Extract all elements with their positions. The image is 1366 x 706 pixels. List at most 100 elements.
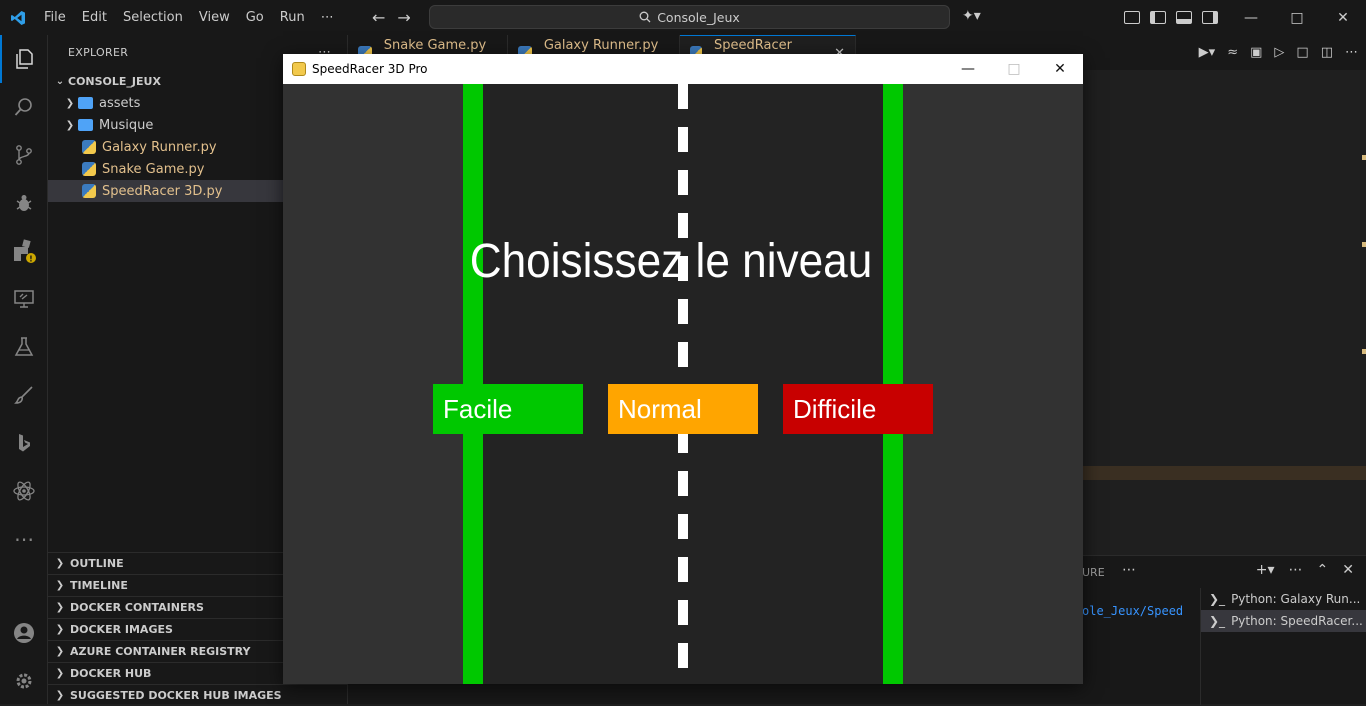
minimize-icon[interactable]: — <box>1228 0 1274 35</box>
section-label: DOCKER CONTAINERS <box>70 601 204 614</box>
split-editor-icon[interactable]: ◫ <box>1321 45 1333 60</box>
tree-item-label: assets <box>99 95 141 111</box>
terminal-path-text: ole_Jeux/Speed <box>1082 604 1184 618</box>
chevron-right-icon: ❯ <box>55 580 65 591</box>
run-debug-icon[interactable] <box>0 179 48 227</box>
copilot-icon[interactable]: ✦▾ <box>962 8 981 24</box>
php-debug-icon[interactable]: □ <box>1296 45 1308 60</box>
lane-dash <box>678 299 688 324</box>
chevron-right-icon: ❯ <box>55 646 65 657</box>
bing-icon[interactable] <box>0 419 48 467</box>
tree-item-label: Snake Game.py <box>102 161 205 177</box>
terminal-list: ❯_ Python: Galaxy Run... ❯_ Python: Spee… <box>1200 588 1366 705</box>
lane-dash <box>678 600 688 625</box>
section-label: SUGGESTED DOCKER HUB IMAGES <box>70 689 282 702</box>
menu-selection[interactable]: Selection <box>115 0 191 35</box>
manage-gear-icon[interactable] <box>0 657 48 705</box>
remote-explorer-icon[interactable] <box>0 275 48 323</box>
explorer-icon[interactable] <box>0 35 48 83</box>
lane-dash <box>678 342 688 367</box>
new-terminal-icon[interactable]: +▾ <box>1256 562 1275 578</box>
command-center-search[interactable]: Console_Jeux <box>429 5 950 29</box>
search-icon[interactable] <box>0 83 48 131</box>
menu-go[interactable]: Go <box>238 0 272 35</box>
minimap-marker <box>1362 155 1366 160</box>
chevron-right-icon: ❯ <box>55 602 65 613</box>
forward-arrow-icon[interactable]: → <box>397 8 410 27</box>
toggle-primary-sidebar-icon[interactable] <box>1150 11 1166 24</box>
compare-icon[interactable]: ≈ <box>1227 45 1238 60</box>
menu-run[interactable]: Run <box>272 0 313 35</box>
more-views-icon[interactable]: ⋯ <box>0 515 48 563</box>
maximize-icon[interactable]: □ <box>1274 0 1320 35</box>
terminal-more-icon[interactable]: ⋯ <box>1289 562 1303 578</box>
level-easy-button[interactable]: Facile <box>433 384 583 434</box>
chevron-down-icon: ⌄ <box>55 75 65 87</box>
open-file-icon[interactable]: ▣ <box>1250 45 1262 60</box>
level-hard-button[interactable]: Difficile <box>783 384 933 434</box>
game-minimize-icon[interactable]: — <box>945 54 991 84</box>
php-run-icon[interactable]: ▷ <box>1274 45 1284 60</box>
game-maximize-icon[interactable]: □ <box>991 54 1037 84</box>
account-icon[interactable] <box>0 609 48 657</box>
source-control-icon[interactable] <box>0 131 48 179</box>
minimap-marker <box>1362 349 1366 354</box>
run-python-file-icon[interactable]: ▶▾ <box>1199 45 1216 60</box>
close-panel-icon[interactable]: ✕ <box>1342 562 1354 578</box>
tree-item-label: Galaxy Runner.py <box>102 139 217 155</box>
python-file-icon <box>82 162 96 176</box>
python-file-icon <box>82 184 96 198</box>
toggle-panel-icon[interactable] <box>1176 11 1192 24</box>
section-label: DOCKER HUB <box>70 667 152 680</box>
section-suggested-docker-hub-images[interactable]: ❯ SUGGESTED DOCKER HUB IMAGES <box>48 684 348 706</box>
terminal-icon: ❯_ <box>1209 614 1226 628</box>
panel-more-icon[interactable]: ⋯ <box>1122 562 1136 578</box>
game-close-icon[interactable]: ✕ <box>1037 54 1083 84</box>
tree-item-label: SpeedRacer 3D.py <box>102 183 223 199</box>
highlighted-line <box>1083 466 1366 480</box>
close-icon[interactable]: ✕ <box>1320 0 1366 35</box>
svg-text:!: ! <box>29 255 33 264</box>
folder-icon <box>78 119 93 131</box>
menu-file[interactable]: File <box>36 0 74 35</box>
more-actions-icon[interactable]: ⋯ <box>1345 45 1358 60</box>
brush-icon[interactable] <box>0 371 48 419</box>
lane-dash <box>678 84 688 109</box>
lane-dash <box>678 471 688 496</box>
menu-edit[interactable]: Edit <box>74 0 115 35</box>
lane-dash <box>678 170 688 195</box>
vscode-logo-icon <box>0 0 36 35</box>
activity-bar: ! ⋯ <box>0 35 48 704</box>
root-folder-label: CONSOLE_JEUX <box>68 74 161 88</box>
maximize-panel-icon[interactable]: ⌃ <box>1317 562 1329 578</box>
back-arrow-icon[interactable]: ← <box>372 8 385 27</box>
section-label: AZURE CONTAINER REGISTRY <box>70 645 251 658</box>
lane-dash <box>678 557 688 582</box>
command-center-label: Console_Jeux <box>657 9 740 25</box>
chevron-right-icon: ❯ <box>65 119 75 131</box>
section-label: DOCKER IMAGES <box>70 623 173 636</box>
game-canvas[interactable]: Choisissez le niveau Facile Normal Diffi… <box>283 84 1083 684</box>
testing-flask-icon[interactable] <box>0 323 48 371</box>
toggle-secondary-sidebar-icon[interactable] <box>1202 11 1218 24</box>
level-select-heading: Choisissez le niveau <box>469 235 873 288</box>
menu-more[interactable]: ⋯ <box>313 0 342 35</box>
lane-dash <box>678 643 688 668</box>
terminal-item-galaxy-runner[interactable]: ❯_ Python: Galaxy Run... <box>1201 588 1366 610</box>
chevron-right-icon: ❯ <box>55 624 65 635</box>
customize-layout-icon[interactable] <box>1124 11 1140 24</box>
title-bar: File Edit Selection View Go Run ⋯ ← → Co… <box>0 0 1366 35</box>
panel-tab-label[interactable]: URE <box>1082 566 1105 579</box>
terminal-label: Python: Galaxy Run... <box>1231 592 1361 606</box>
chevron-right-icon: ❯ <box>55 558 65 569</box>
level-normal-button[interactable]: Normal <box>608 384 758 434</box>
react-atom-icon[interactable] <box>0 467 48 515</box>
game-window-titlebar: SpeedRacer 3D Pro — □ ✕ <box>283 54 1083 84</box>
pygame-snake-icon <box>292 62 306 76</box>
minimap-marker <box>1362 242 1366 247</box>
extensions-icon[interactable]: ! <box>0 227 48 275</box>
chevron-right-icon: ❯ <box>55 668 65 679</box>
menu-view[interactable]: View <box>191 0 238 35</box>
game-window-title: SpeedRacer 3D Pro <box>312 62 428 76</box>
terminal-item-speedracer[interactable]: ❯_ Python: SpeedRacer... <box>1201 610 1366 632</box>
